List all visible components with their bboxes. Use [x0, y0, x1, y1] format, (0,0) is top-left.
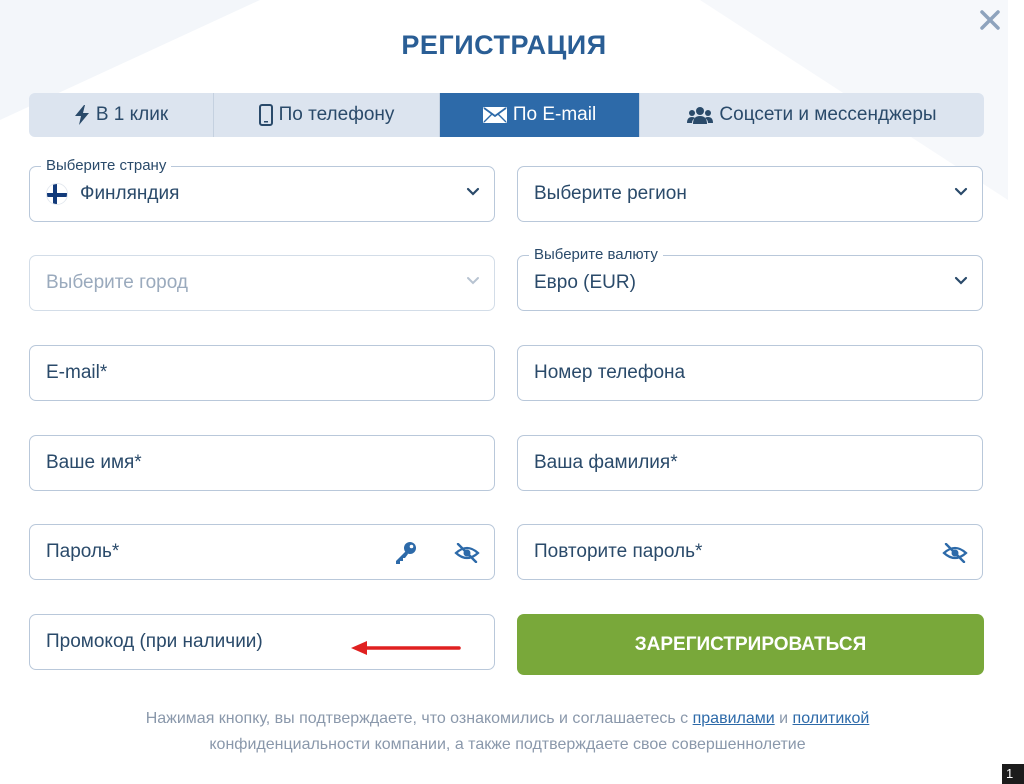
- corner-label: 1 0: [1002, 764, 1024, 784]
- registration-modal: РЕГИСТРАЦИЯ В 1 клик По телефону По E-ma…: [0, 0, 1008, 784]
- currency-value: Евро (EUR): [534, 272, 636, 293]
- terms-and: и: [779, 710, 789, 727]
- city-placeholder: Выберите город: [46, 272, 188, 293]
- country-value: Финляндия: [80, 183, 180, 204]
- chevron-down-icon: [954, 276, 968, 285]
- first-name-field[interactable]: Ваше имя*: [29, 435, 495, 491]
- eye-slash-icon[interactable]: [454, 543, 480, 563]
- phone-field[interactable]: Номер телефона: [517, 345, 983, 401]
- annotation-arrow: [351, 641, 461, 655]
- tab-phone[interactable]: По телефону: [214, 93, 440, 137]
- chevron-down-icon: [954, 187, 968, 196]
- lightning-icon: [74, 105, 89, 125]
- tab-email[interactable]: По E-mail: [440, 93, 640, 137]
- tab-label: В 1 клик: [95, 104, 169, 125]
- policy-link[interactable]: политикой: [793, 710, 870, 727]
- email-placeholder: E-mail*: [46, 362, 108, 383]
- tab-label: По E-mail: [512, 104, 597, 125]
- password-placeholder: Пароль*: [46, 541, 120, 562]
- eye-slash-icon[interactable]: [942, 543, 968, 563]
- phone-icon: [258, 104, 273, 126]
- phone-placeholder: Номер телефона: [534, 362, 686, 383]
- first-name-placeholder: Ваше имя*: [46, 452, 142, 473]
- page-title: РЕГИСТРАЦИЯ: [401, 30, 607, 60]
- tab-one-click[interactable]: В 1 клик: [29, 93, 214, 137]
- terms-text-2: конфиденциальности компании, а также под…: [209, 736, 806, 753]
- password-field[interactable]: Пароль*: [29, 524, 495, 580]
- register-button[interactable]: ЗАРЕГИСТРИРОВАТЬСЯ: [517, 614, 984, 675]
- key-icon[interactable]: [394, 541, 418, 565]
- currency-select[interactable]: Выберите валюту Евро (EUR): [517, 246, 983, 311]
- terms-text: Нажимая кнопку, вы подтверждаете, что оз…: [145, 710, 689, 727]
- terms-notice: Нажимая кнопку, вы подтверждаете, что оз…: [60, 706, 955, 758]
- rules-link[interactable]: правилами: [693, 710, 775, 727]
- finland-flag-icon: [46, 183, 68, 205]
- last-name-field[interactable]: Ваша фамилия*: [517, 435, 983, 491]
- tab-label: По телефону: [278, 104, 395, 125]
- country-select[interactable]: Выберите страну Финляндия: [29, 157, 495, 222]
- city-select[interactable]: Выберите город: [29, 255, 495, 311]
- close-icon: [980, 10, 1000, 30]
- password-repeat-placeholder: Повторите пароль*: [534, 541, 703, 562]
- country-label: Выберите страну: [41, 157, 172, 174]
- chevron-down-icon: [467, 277, 479, 285]
- last-name-placeholder: Ваша фамилия*: [534, 452, 678, 473]
- password-repeat-field[interactable]: Повторите пароль*: [517, 524, 983, 580]
- chevron-down-icon: [466, 187, 480, 196]
- currency-label: Выберите валюту: [529, 246, 663, 263]
- tab-social[interactable]: Соцсети и мессенджеры: [640, 93, 984, 137]
- envelope-icon: [482, 107, 507, 123]
- promo-placeholder: Промокод (при наличии): [46, 631, 263, 652]
- region-select[interactable]: Выберите регион: [517, 166, 983, 222]
- registration-tabs: В 1 клик По телефону По E-mail Соцсети и…: [29, 93, 984, 137]
- region-placeholder: Выберите регион: [534, 183, 687, 204]
- email-field[interactable]: E-mail*: [29, 345, 495, 401]
- tab-label: Соцсети и мессенджеры: [719, 104, 937, 125]
- users-icon: [687, 107, 714, 124]
